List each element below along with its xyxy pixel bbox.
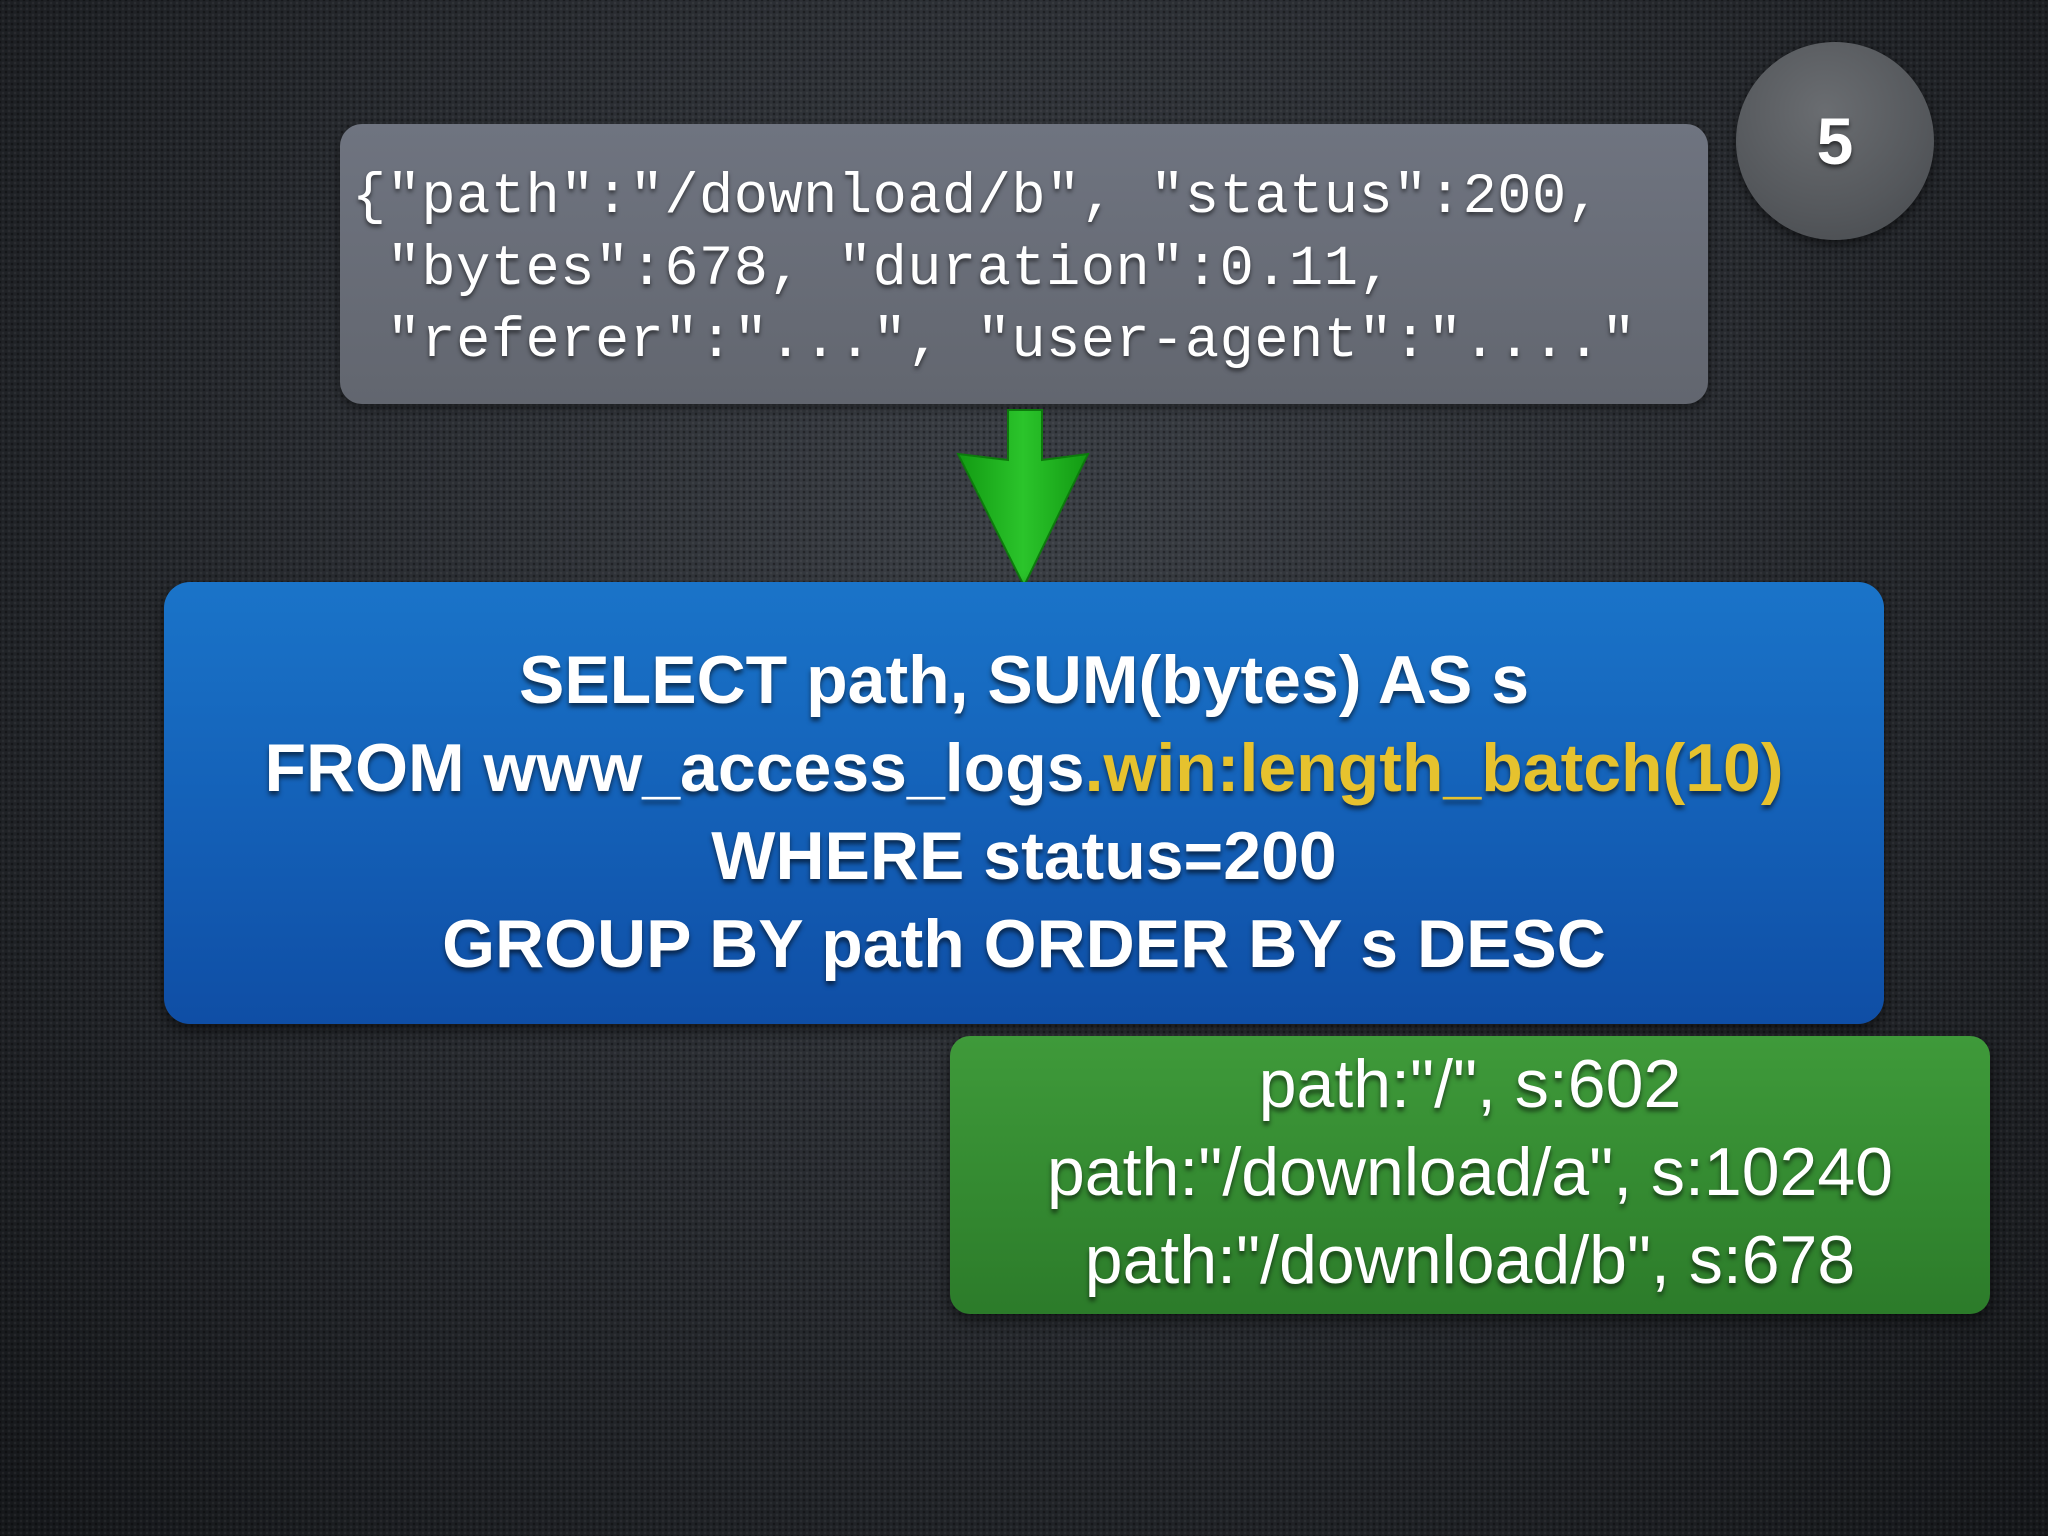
- slide-number-text: 5: [1816, 104, 1854, 178]
- event-line-3: "referer":"...", "user-agent":"....": [352, 310, 1637, 374]
- event-json-box: {"path":"/download/b", "status":200, "by…: [340, 124, 1708, 404]
- result-row-3: path:"/download/b", s:678: [1084, 1222, 1856, 1298]
- query-box: SELECT path, SUM(bytes) AS s FROM www_ac…: [164, 582, 1884, 1024]
- query-from-text: FROM www_access_logs: [264, 730, 1085, 806]
- query-group-line: GROUP BY path ORDER BY s DESC: [442, 906, 1606, 982]
- result-row-1: path:"/", s:602: [1258, 1046, 1682, 1122]
- event-line-2: "bytes":678, "duration":0.11,: [352, 238, 1394, 302]
- result-row-2: path:"/download/a", s:10240: [1046, 1134, 1893, 1210]
- query-window-highlight: .win:length_batch(10): [1084, 730, 1784, 806]
- event-line-1: {"path":"/download/b", "status":200,: [352, 166, 1602, 230]
- query-select-line: SELECT path, SUM(bytes) AS s: [518, 642, 1530, 718]
- query-where-line: WHERE status=200: [711, 818, 1337, 894]
- result-box: path:"/", s:602 path:"/download/a", s:10…: [950, 1036, 1990, 1314]
- down-arrow-icon: [956, 409, 1090, 588]
- slide-number-badge: 5: [1736, 42, 1934, 240]
- query-from-line: FROM www_access_logs.win:length_batch(10…: [164, 724, 1884, 812]
